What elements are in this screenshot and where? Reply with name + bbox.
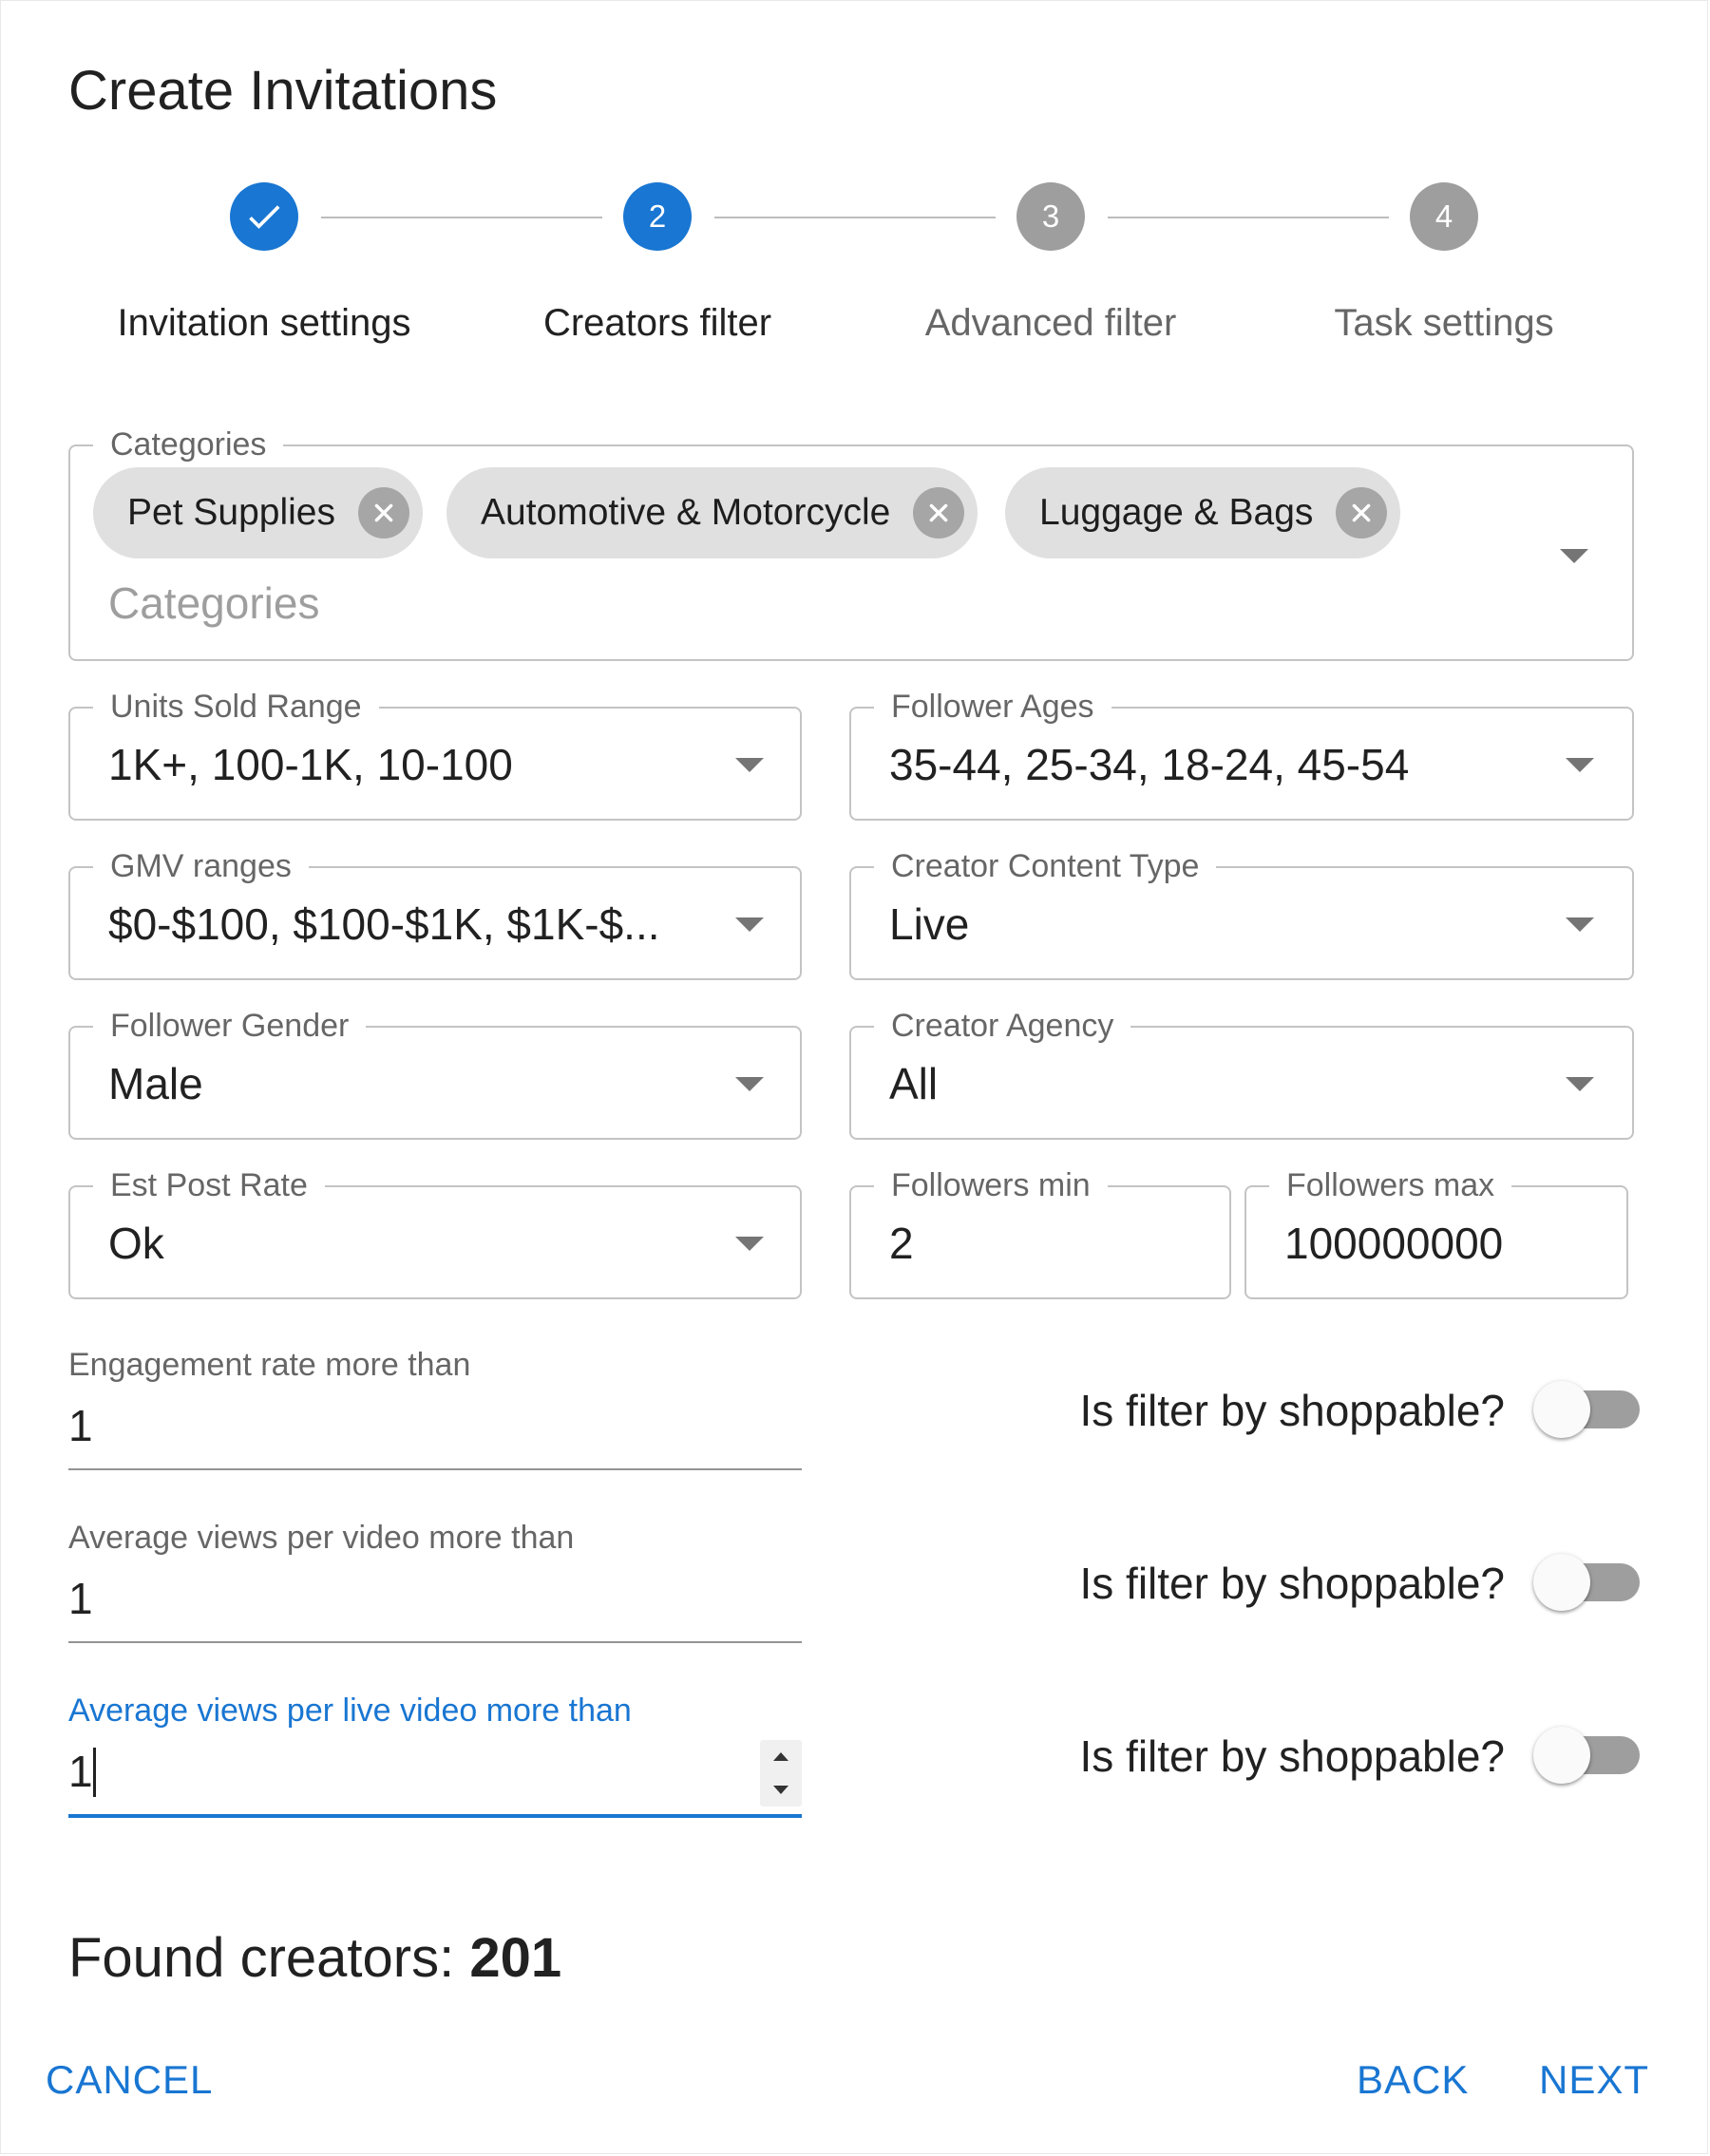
avg-views-live-input[interactable]: 1 xyxy=(68,1746,93,1797)
arrow-drop-down-icon[interactable] xyxy=(1566,758,1594,772)
field-label: Units Sold Range xyxy=(93,688,379,726)
field-value: Male xyxy=(108,1059,203,1108)
field-label: Engagement rate more than xyxy=(68,1347,471,1383)
step-3-circle[interactable]: 3 xyxy=(1016,182,1085,251)
followers-min-input[interactable]: Followers min 2 xyxy=(849,1166,1231,1299)
next-button[interactable]: NEXT xyxy=(1539,2057,1649,2103)
field-value: Live xyxy=(889,899,970,949)
category-chip[interactable]: Automotive & Motorcycle xyxy=(446,467,978,558)
field-label: Average views per live video more than xyxy=(68,1693,632,1729)
check-icon xyxy=(249,205,280,229)
switch-thumb[interactable] xyxy=(1533,1381,1590,1438)
field-value: 35-44, 25-34, 18-24, 45-54 xyxy=(889,740,1410,789)
shoppable-switch-label: Is filter by shoppable? xyxy=(1079,1386,1506,1435)
engagement-rate-input[interactable]: 1 xyxy=(68,1400,93,1451)
found-creators: Found creators: 201 xyxy=(68,1926,561,1990)
step-2-circle[interactable]: 2 xyxy=(623,182,692,251)
units-sold-range-select[interactable]: Units Sold Range 1K+, 100-1K, 10-100 xyxy=(68,688,802,821)
arrow-drop-down-icon[interactable] xyxy=(1560,549,1588,563)
step-2-label[interactable]: Creators filter xyxy=(543,302,771,345)
step-1-label[interactable]: Invitation settings xyxy=(117,302,410,345)
step-4-circle[interactable]: 4 xyxy=(1410,182,1478,251)
arrow-drop-down-icon[interactable] xyxy=(735,1077,764,1091)
field-value: 1K+, 100-1K, 10-100 xyxy=(108,740,513,789)
input-underline xyxy=(68,1468,802,1470)
est-post-rate-select[interactable]: Est Post Rate Ok xyxy=(68,1166,802,1299)
field-value: All xyxy=(889,1059,939,1108)
chip-label: Luggage & Bags xyxy=(1039,492,1314,533)
field-value: $0-$100, $100-$1K, $1K-$... xyxy=(108,899,660,949)
found-creators-prefix: Found creators: xyxy=(68,1927,470,1989)
step-1-circle[interactable] xyxy=(230,182,298,251)
follower-gender-select[interactable]: Follower Gender Male xyxy=(68,1007,802,1140)
step-4-label[interactable]: Task settings xyxy=(1334,302,1553,345)
cancel-circle-icon[interactable] xyxy=(1336,487,1388,539)
step-connector xyxy=(714,217,996,218)
creator-agency-select[interactable]: Creator Agency All xyxy=(849,1007,1634,1140)
cancel-circle-icon[interactable] xyxy=(913,487,965,539)
category-chip[interactable]: Pet Supplies xyxy=(93,467,423,558)
field-label: Average views per video more than xyxy=(68,1520,575,1556)
field-label: Followers max xyxy=(1269,1166,1512,1204)
categories-input-placeholder[interactable]: Categories xyxy=(108,577,319,629)
input-underline xyxy=(68,1641,802,1643)
field-label: Creator Content Type xyxy=(874,847,1217,885)
spin-arrows-icon[interactable] xyxy=(760,1740,802,1806)
follower-ages-select[interactable]: Follower Ages 35-44, 25-34, 18-24, 45-54 xyxy=(849,688,1634,821)
arrow-drop-down-icon[interactable] xyxy=(735,758,764,772)
gmv-ranges-select[interactable]: GMV ranges $0-$100, $100-$1K, $1K-$... xyxy=(68,847,802,980)
arrow-drop-down-icon[interactable] xyxy=(1566,917,1594,932)
cancel-circle-icon[interactable] xyxy=(357,487,409,539)
field-label: Follower Gender xyxy=(93,1007,367,1045)
input-underline-focused xyxy=(68,1814,802,1818)
cancel-button[interactable]: CANCEL xyxy=(46,2057,213,2103)
field-value: Ok xyxy=(108,1219,164,1268)
field-label: Followers min xyxy=(874,1166,1108,1204)
field-label: Creator Agency xyxy=(874,1007,1131,1045)
found-creators-count: 201 xyxy=(469,1927,562,1989)
arrow-drop-down-icon[interactable] xyxy=(1566,1077,1594,1091)
field-value[interactable]: 100000000 xyxy=(1284,1218,1607,1269)
shoppable-switch-label: Is filter by shoppable? xyxy=(1079,1559,1506,1608)
text-cursor xyxy=(93,1748,96,1797)
field-value[interactable]: 2 xyxy=(889,1218,1203,1269)
step-connector xyxy=(1108,217,1389,218)
followers-max-input[interactable]: Followers max 100000000 xyxy=(1244,1166,1628,1299)
chip-label: Automotive & Motorcycle xyxy=(481,492,891,533)
categories-select[interactable]: Categories Pet Supplies Automotive & Mot… xyxy=(68,426,1634,661)
arrow-drop-down-icon[interactable] xyxy=(735,917,764,932)
shoppable-switch-label: Is filter by shoppable? xyxy=(1079,1731,1506,1781)
dialog-title: Create Invitations xyxy=(68,60,498,122)
create-invitations-dialog: Create Invitations 2 3 4 Invitation sett… xyxy=(0,0,1710,2156)
creator-content-type-select[interactable]: Creator Content Type Live xyxy=(849,847,1634,980)
step-connector xyxy=(321,217,602,218)
category-chip[interactable]: Luggage & Bags xyxy=(1005,467,1401,558)
field-label: GMV ranges xyxy=(93,847,309,885)
field-label: Est Post Rate xyxy=(93,1166,325,1204)
switch-thumb[interactable] xyxy=(1533,1727,1590,1784)
arrow-drop-down-icon[interactable] xyxy=(735,1237,764,1251)
back-button[interactable]: BACK xyxy=(1357,2057,1469,2103)
step-3-label[interactable]: Advanced filter xyxy=(925,302,1177,345)
chip-label: Pet Supplies xyxy=(127,492,335,533)
categories-label: Categories xyxy=(93,426,284,463)
field-label: Follower Ages xyxy=(874,688,1112,726)
switch-thumb[interactable] xyxy=(1533,1554,1590,1611)
avg-views-video-input[interactable]: 1 xyxy=(68,1573,93,1624)
